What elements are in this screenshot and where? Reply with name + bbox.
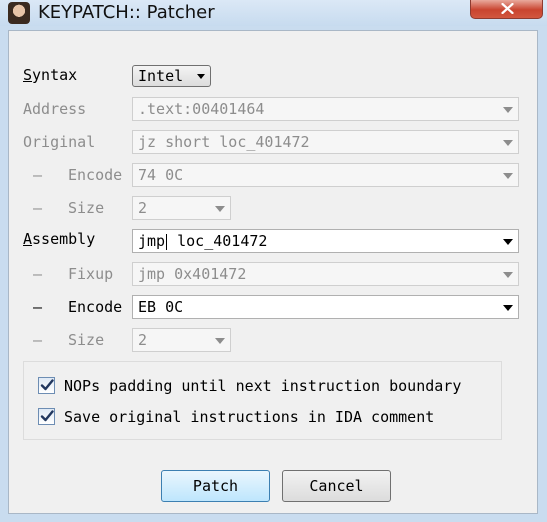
app-logo-icon — [8, 2, 30, 24]
original-encode-dash: – — [33, 166, 43, 184]
checkmark-icon — [40, 410, 54, 422]
original-label: Original — [23, 133, 96, 151]
syntax-value: Intel — [138, 67, 184, 85]
fixup-label: Fixup — [68, 265, 114, 283]
original-size-dash: – — [33, 199, 43, 217]
assembly-size-dash: – — [33, 331, 43, 349]
assembly-text-before-caret: jmp — [138, 232, 166, 250]
syntax-label: Syntax — [23, 66, 78, 84]
window-title: KEYPATCH:: Patcher — [38, 2, 215, 23]
assembly-input[interactable]: jmp loc_401472 — [132, 229, 519, 253]
chevron-down-icon — [503, 272, 513, 278]
patch-button[interactable]: Patch — [161, 470, 270, 502]
patcher-dialog: Syntax Intel Address .text:00401464 Orig… — [8, 30, 538, 514]
options-group — [23, 361, 502, 440]
original-combo: jz short loc_401472 — [132, 130, 519, 154]
close-button[interactable] — [470, 0, 543, 19]
assembly-size-value: 2 — [138, 331, 148, 349]
chevron-down-icon[interactable] — [503, 305, 513, 311]
chevron-down-icon[interactable] — [503, 239, 513, 245]
assembly-size-combo: 2 — [132, 328, 231, 352]
address-combo: .text:00401464 — [132, 97, 519, 121]
chevron-down-icon — [215, 338, 225, 344]
close-icon — [501, 3, 514, 14]
title-bar[interactable]: KEYPATCH:: Patcher — [0, 0, 547, 26]
original-size-value: 2 — [138, 199, 148, 217]
checkmark-icon — [40, 379, 54, 391]
original-value: jz short loc_401472 — [138, 133, 310, 151]
original-encode-combo: 74 0C — [132, 163, 519, 187]
original-encode-label: Encode — [68, 166, 123, 184]
chevron-down-icon — [215, 206, 225, 212]
chevron-down-icon — [197, 74, 205, 79]
assembly-encode-dash: – — [33, 298, 43, 316]
assembly-size-label: Size — [68, 331, 105, 349]
chevron-down-icon — [503, 140, 513, 146]
assembly-encode-combo[interactable]: EB 0C — [132, 295, 519, 319]
nops-padding-label[interactable]: NOPs padding until next instruction boun… — [64, 376, 461, 396]
nops-padding-checkbox[interactable] — [38, 377, 55, 394]
assembly-text-after-caret: loc_401472 — [168, 232, 268, 250]
save-original-checkbox[interactable] — [38, 408, 55, 425]
cancel-button[interactable]: Cancel — [282, 470, 391, 502]
save-original-label[interactable]: Save original instructions in IDA commen… — [64, 407, 434, 427]
assembly-encode-label: Encode — [68, 298, 123, 316]
original-size-combo: 2 — [132, 196, 231, 220]
fixup-value: jmp 0x401472 — [138, 265, 247, 283]
chevron-down-icon — [503, 107, 513, 113]
address-value: .text:00401464 — [138, 100, 265, 118]
syntax-dropdown[interactable]: Intel — [132, 65, 211, 87]
assembly-label: Assembly — [23, 230, 96, 248]
original-encode-value: 74 0C — [138, 166, 184, 184]
original-size-label: Size — [68, 199, 105, 217]
fixup-combo: jmp 0x401472 — [132, 262, 519, 286]
address-label: Address — [23, 100, 87, 118]
assembly-encode-value: EB 0C — [138, 298, 184, 316]
text-caret — [166, 233, 168, 250]
chevron-down-icon — [503, 173, 513, 179]
fixup-dash: – — [33, 265, 43, 283]
